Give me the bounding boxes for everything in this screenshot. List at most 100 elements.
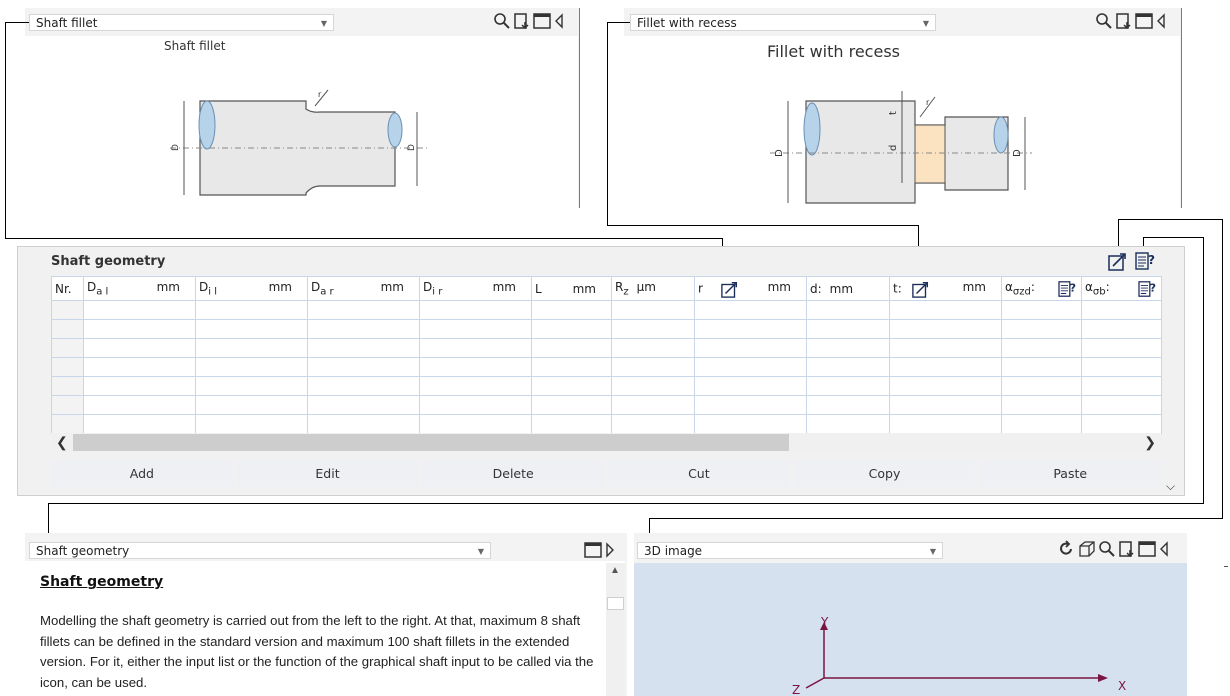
dropdown-value: Fillet with recess bbox=[637, 16, 737, 30]
collapse-left-icon[interactable] bbox=[553, 12, 565, 30]
export-icon[interactable] bbox=[1115, 12, 1133, 30]
export-icon[interactable] bbox=[1118, 540, 1136, 558]
table-row[interactable] bbox=[51, 357, 1162, 377]
callout-line bbox=[48, 503, 1204, 504]
column-header-rz[interactable]: Rz µm bbox=[611, 276, 695, 301]
chevron-down-icon: ▼ bbox=[320, 19, 327, 28]
column-header-alpha-szd[interactable]: ασzd: ? bbox=[1001, 276, 1082, 301]
table-row[interactable] bbox=[51, 319, 1162, 339]
callout-line bbox=[607, 22, 630, 23]
export-icon[interactable] bbox=[513, 12, 531, 30]
dropdown-value: Shaft fillet bbox=[36, 16, 98, 30]
table-row[interactable] bbox=[51, 338, 1162, 358]
callout-line bbox=[5, 238, 722, 239]
t-label: t bbox=[888, 111, 899, 115]
column-header-dar[interactable]: Da r mm bbox=[307, 276, 420, 301]
scrollbar-thumb[interactable] bbox=[73, 434, 789, 451]
d-small-label: d bbox=[888, 145, 899, 151]
shaft-fillet-image-title: Shaft fillet bbox=[164, 39, 226, 53]
help-toolbar bbox=[584, 541, 616, 559]
svg-text:?: ? bbox=[1150, 281, 1156, 294]
x-axis-label: X bbox=[1118, 679, 1126, 693]
panel-border bbox=[579, 8, 580, 208]
shaft-geometry-table: Nr. Da l mm Di l mm Da r mm Di r mm Lmm Rz µm… bbox=[51, 276, 1162, 434]
column-header-l[interactable]: Lmm bbox=[531, 276, 612, 301]
column-header-dir[interactable]: Di r mm bbox=[419, 276, 532, 301]
table-title: Shaft geometry bbox=[51, 254, 166, 269]
copy-button[interactable]: Copy bbox=[793, 460, 976, 487]
r-label: r bbox=[926, 98, 930, 107]
scroll-right-icon[interactable]: ❯ bbox=[1144, 433, 1156, 452]
help-list-icon[interactable]: ? bbox=[1135, 251, 1157, 271]
d1-label: D bbox=[407, 144, 417, 151]
fillet-with-recess-drawing: D d t D r bbox=[770, 91, 1032, 204]
zoom-icon[interactable] bbox=[493, 12, 511, 30]
chevron-down-icon: ▼ bbox=[922, 19, 929, 28]
scroll-up-icon[interactable]: ▲ bbox=[610, 565, 620, 576]
cut-button[interactable]: Cut bbox=[608, 460, 790, 487]
help-list-icon[interactable]: ? bbox=[1058, 280, 1078, 298]
svg-text:?: ? bbox=[1148, 253, 1155, 267]
3d-toolbar bbox=[1058, 540, 1170, 558]
callout-line bbox=[607, 22, 608, 225]
callout-line bbox=[649, 518, 1223, 519]
add-button[interactable]: Add bbox=[51, 460, 233, 487]
column-header-dil[interactable]: Di l mm bbox=[195, 276, 308, 301]
table-row[interactable] bbox=[51, 414, 1162, 434]
window-icon[interactable] bbox=[533, 12, 551, 30]
paste-button[interactable]: Paste bbox=[979, 460, 1162, 487]
collapse-left-icon[interactable] bbox=[1155, 12, 1167, 30]
chevron-down-icon[interactable]: ⌵ bbox=[1166, 479, 1175, 494]
3d-axes: Y X Z bbox=[792, 615, 1126, 696]
delete-button[interactable]: Delete bbox=[422, 460, 605, 487]
image-toolbar bbox=[1095, 12, 1167, 30]
horizontal-scrollbar[interactable]: ❮ ❯ bbox=[51, 433, 1161, 452]
column-header-dal[interactable]: Da l mm bbox=[83, 276, 196, 301]
d-label: D bbox=[171, 144, 181, 151]
d1-label: D bbox=[1012, 149, 1023, 157]
z-axis-label: Z bbox=[792, 683, 800, 696]
help-list-icon[interactable]: ? bbox=[1138, 280, 1158, 298]
dropdown-value: 3D image bbox=[644, 544, 703, 558]
scroll-left-icon[interactable]: ❮ bbox=[56, 433, 68, 452]
graphical-input-icon[interactable] bbox=[720, 280, 739, 298]
shaft-geometry-table-panel: Shaft geometry ? Nr. Da l mm Di l mm Da rm… bbox=[17, 246, 1185, 496]
callout-line bbox=[1222, 219, 1223, 518]
table-row[interactable] bbox=[51, 376, 1162, 396]
window-icon[interactable] bbox=[1135, 12, 1153, 30]
column-header-r[interactable]: r mm bbox=[694, 276, 807, 301]
window-icon[interactable] bbox=[584, 541, 602, 559]
column-header-alpha-sb[interactable]: ασb: ? bbox=[1081, 276, 1162, 301]
fillet-with-recess-dropdown[interactable]: Fillet with recess ▼ bbox=[630, 14, 936, 31]
graphical-input-icon[interactable] bbox=[1108, 251, 1128, 271]
vertical-scrollbar[interactable]: ▲ bbox=[606, 563, 625, 696]
window-icon[interactable] bbox=[1138, 540, 1156, 558]
expand-right-icon[interactable] bbox=[604, 541, 616, 559]
scrollbar-thumb[interactable] bbox=[607, 597, 624, 610]
collapse-left-icon[interactable] bbox=[1158, 540, 1170, 558]
table-row[interactable] bbox=[51, 300, 1162, 320]
column-header-t[interactable]: t: mm bbox=[889, 276, 1002, 301]
help-text: Modelling the shaft geometry is carried … bbox=[40, 613, 594, 690]
help-topic-dropdown[interactable]: Shaft geometry ▼ bbox=[29, 542, 491, 559]
edit-button[interactable]: Edit bbox=[236, 460, 419, 487]
callout-line bbox=[5, 22, 6, 238]
callout-line bbox=[1118, 219, 1119, 247]
y-axis-label: Y bbox=[820, 615, 829, 629]
graphical-input-icon[interactable] bbox=[911, 280, 930, 298]
view-mode-dropdown[interactable]: 3D image ▼ bbox=[637, 542, 943, 559]
shaft-fillet-dropdown[interactable]: Shaft fillet ▼ bbox=[29, 14, 334, 31]
column-header-nr[interactable]: Nr. bbox=[51, 276, 84, 301]
help-title: Shaft geometry bbox=[40, 574, 164, 590]
chevron-down-icon: ▼ bbox=[929, 547, 936, 556]
table-row[interactable] bbox=[51, 395, 1162, 415]
rotate-icon[interactable] bbox=[1058, 540, 1076, 558]
zoom-icon[interactable] bbox=[1098, 540, 1116, 558]
zoom-icon[interactable] bbox=[1095, 12, 1113, 30]
column-header-d[interactable]: d: mm bbox=[806, 276, 890, 301]
dropdown-value: Shaft geometry bbox=[36, 544, 130, 558]
callout-line bbox=[1118, 219, 1223, 220]
callout-line bbox=[1203, 237, 1204, 503]
shaft-fillet-drawing: D D r bbox=[170, 89, 428, 196]
cube-view-icon[interactable] bbox=[1078, 540, 1096, 558]
